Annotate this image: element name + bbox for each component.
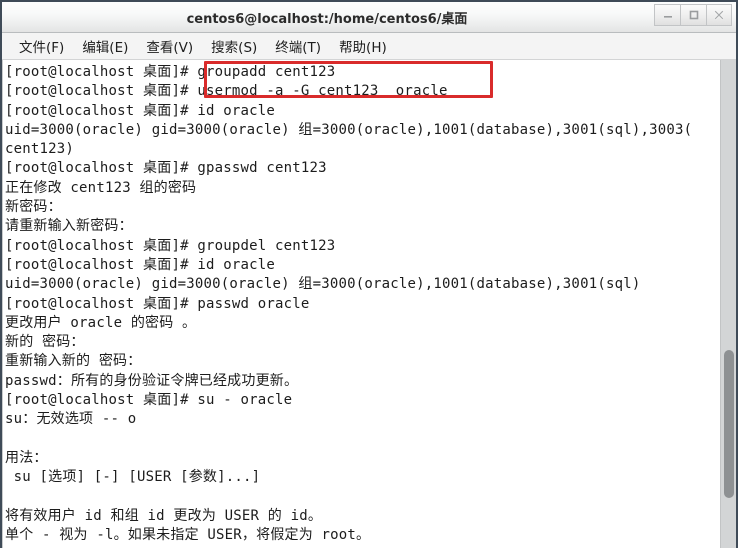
terminal-line: 单个 - 视为 -l。如果未指定 USER，将假定为 root。: [5, 527, 371, 544]
terminal-line: 新密码：: [5, 199, 62, 216]
terminal-line: 更改用户 oracle 的密码 。: [5, 314, 197, 331]
menu-item-help[interactable]: 帮助(H): [330, 34, 396, 58]
terminal-line: [root@localhost 桌面]# groupdel cent123: [5, 237, 336, 254]
terminal-line: [root@localhost 桌面]# groupadd cent123: [5, 64, 336, 80]
terminal-line: 将有效用户 id 和组 id 更改为 USER 的 id。: [5, 507, 323, 524]
menubar: 文件(F) 编辑(E) 查看(V) 搜索(S) 终端(T) 帮助(H): [2, 33, 736, 60]
window-controls: [654, 4, 732, 26]
terminal-line: su [选项] [-] [USER [参数]...]: [5, 469, 261, 486]
terminal-area: [root@localhost 桌面]# groupadd cent123 [ro…: [2, 60, 736, 548]
terminal-line: passwd：所有的身份验证令牌已经成功更新。: [5, 372, 299, 389]
terminal-line: [root@localhost 桌面]# su - oracle: [5, 392, 293, 409]
terminal-scrollbar[interactable]: [720, 60, 736, 548]
menu-item-search[interactable]: 搜索(S): [202, 34, 266, 58]
terminal-line: [root@localhost 桌面]# passwd oracle: [5, 295, 310, 312]
terminal-line: 用法：: [5, 449, 48, 466]
close-button[interactable]: [706, 4, 732, 26]
menu-item-file[interactable]: 文件(F): [10, 34, 73, 58]
terminal-line: 新的 密码：: [5, 334, 85, 351]
scrollbar-thumb[interactable]: [724, 350, 734, 498]
menu-item-terminal[interactable]: 终端(T): [266, 34, 330, 58]
menu-item-view[interactable]: 查看(V): [137, 34, 202, 58]
terminal-line: [root@localhost 桌面]# id oracle: [5, 256, 276, 273]
maximize-button[interactable]: [680, 4, 706, 26]
terminal-output[interactable]: [root@localhost 桌面]# groupadd cent123 [ro…: [2, 60, 720, 548]
terminal-line: [root@localhost 桌面]# gpasswd cent123: [5, 160, 327, 177]
terminal-line: 正在修改 cent123 组的密码: [5, 179, 197, 196]
terminal-line: cent123): [5, 141, 75, 158]
window-titlebar[interactable]: centos6@localhost:/home/centos6/桌面: [2, 2, 736, 33]
terminal-window: centos6@localhost:/home/centos6/桌面 文件(F)…: [0, 0, 738, 548]
terminal-line: su：无效选项 -- o: [5, 411, 137, 428]
menu-item-edit[interactable]: 编辑(E): [73, 34, 137, 58]
terminal-line: uid=3000(oracle) gid=3000(oracle) 组=3000…: [5, 276, 641, 293]
window-title: centos6@localhost:/home/centos6/桌面: [186, 11, 468, 27]
terminal-line: 重新输入新的 密码：: [5, 353, 142, 370]
terminal-line: 请重新输入新密码：: [5, 218, 133, 235]
terminal-line: [root@localhost 桌面]# usermod -a -G cent1…: [5, 83, 448, 100]
terminal-lines: [root@localhost 桌面]# groupadd cent123 [ro…: [5, 63, 720, 548]
minimize-button[interactable]: [654, 4, 680, 26]
terminal-line: uid=3000(oracle) gid=3000(oracle) 组=3000…: [5, 121, 693, 138]
terminal-line: [root@localhost 桌面]# id oracle: [5, 102, 276, 119]
